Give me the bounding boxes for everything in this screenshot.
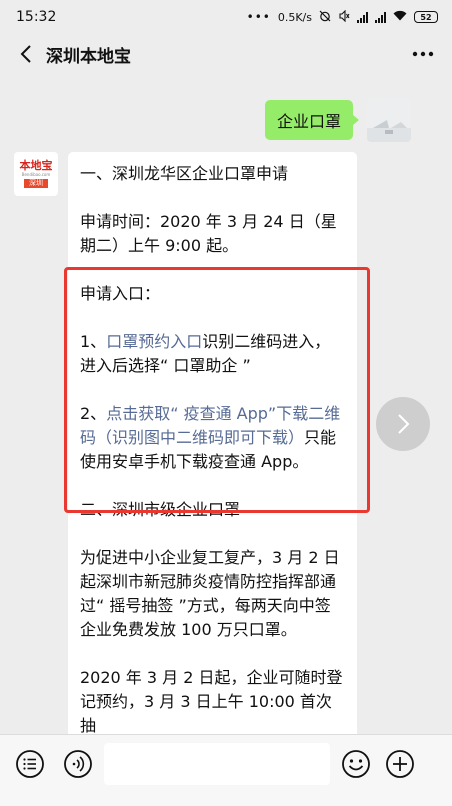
add-more-icon[interactable] (384, 748, 416, 780)
signal-icon (357, 11, 368, 23)
battery-icon: 52 (414, 11, 438, 23)
mute-icon (338, 9, 350, 25)
message-item-1: 1、口罩预约入口识别二维码进入，进入后选择“ 口罩助企 ” (80, 330, 345, 378)
message-entry-title: 申请入口： (80, 284, 161, 303)
message-apply-time: 申请时间：2020 年 3 月 24 日（星期二）上午 9:00 起。 (80, 212, 337, 255)
avatar-logo-text: 本地宝 (19, 159, 53, 172)
message-section-2-paragraph-1: 为促进中小企业复工复产，3 月 2 日起深圳市新冠肺炎疫情防控指挥部通过“ 摇号… (80, 548, 340, 639)
outgoing-message-text: 企业口罩 (277, 112, 342, 131)
avatar-logo-city: 深圳 (24, 179, 48, 188)
item-1-prefix: 1、 (80, 332, 107, 351)
emoji-icon[interactable] (340, 748, 372, 780)
chat-header: 深圳本地宝 (0, 34, 452, 74)
message-item-2: 2、点击获取“ 疫查通 App”下载二维码（识别图中二维码即可下载）只能使用安卓… (80, 402, 345, 474)
menu-list-icon[interactable] (14, 748, 46, 780)
chat-title: 深圳本地宝 (46, 46, 131, 67)
avatar-logo-domain: Bendibao.com (21, 172, 51, 177)
mask-booking-link[interactable]: 口罩预约入口 (106, 332, 202, 351)
signal-2-icon (375, 11, 386, 23)
message-line-title: 一、深圳龙华区企业口罩申请 (80, 164, 289, 183)
alarm-off-icon (319, 10, 331, 25)
more-options-icon[interactable] (408, 42, 438, 66)
net-speed: 0.5K/s (277, 10, 312, 24)
voice-input-icon[interactable] (62, 748, 94, 780)
forward-button[interactable] (376, 397, 430, 451)
item-2-prefix: 2、 (80, 404, 107, 423)
status-bar: 15:32 ••• 0.5K/s 52 (0, 0, 452, 34)
message-input[interactable] (104, 743, 330, 785)
my-avatar[interactable] (367, 98, 411, 142)
message-section-2-title: 二、深圳市级企业口罩 (80, 500, 241, 519)
yichatong-download-link[interactable]: 点击获取“ 疫查通 App”下载二维码（识别图中二维码即可下载） (80, 404, 340, 447)
wifi-icon (393, 10, 407, 24)
input-bar (0, 734, 452, 806)
outgoing-message-bubble[interactable]: 企业口罩 (265, 100, 360, 140)
incoming-message-bubble[interactable]: 一、深圳龙华区企业口罩申请 申请时间：2020 年 3 月 24 日（星期二）上… (68, 152, 357, 772)
more-notifications-icon: ••• (246, 10, 271, 24)
back-arrow-icon[interactable] (14, 42, 38, 66)
status-icons: ••• 0.5K/s 52 (246, 9, 438, 25)
chevron-right-icon (398, 414, 410, 434)
status-time: 15:32 (16, 9, 57, 25)
bendibao-avatar[interactable]: 本地宝 Bendibao.com 深圳 (14, 152, 58, 196)
message-section-2-paragraph-2: 2020 年 3 月 2 日起，企业可随时登记预约，3 月 3 日上午 10:0… (80, 668, 343, 735)
